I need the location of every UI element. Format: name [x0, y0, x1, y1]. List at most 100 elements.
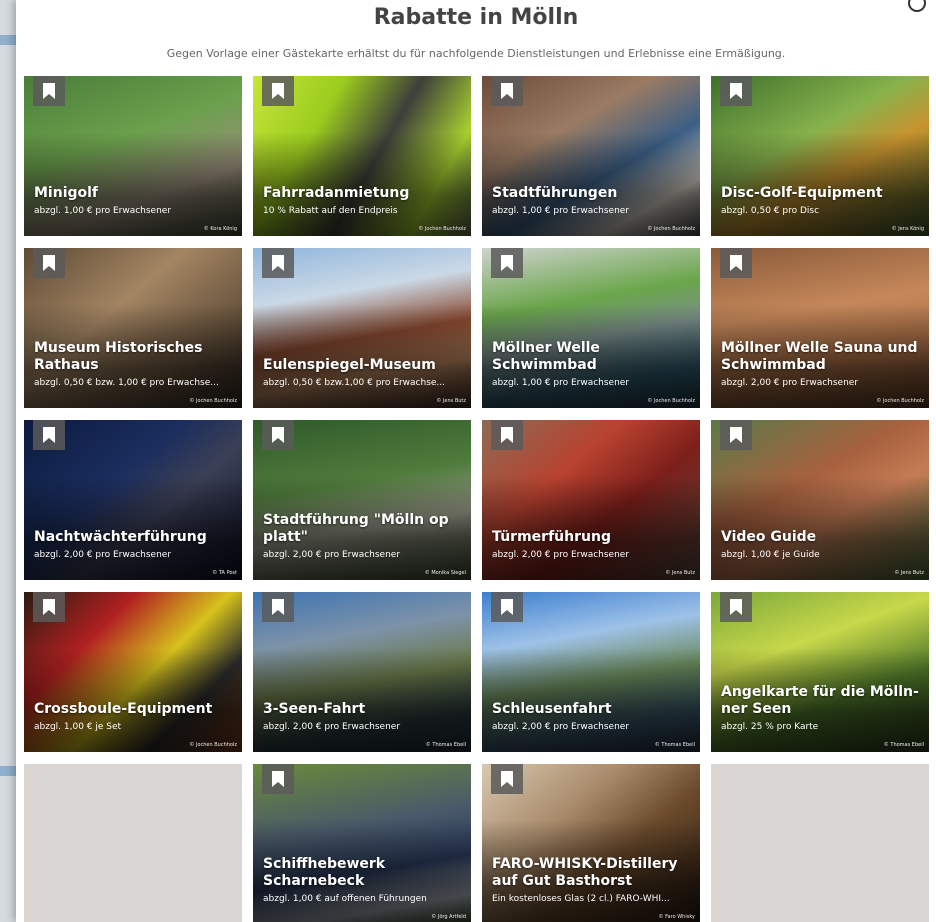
card-title: Türmerführung — [492, 529, 611, 545]
bookmark-icon[interactable] — [33, 592, 65, 622]
discount-card[interactable]: Schleusenfahrt abzgl. 2,00 € pro Erwachse… — [482, 592, 700, 752]
card-text: Minigolf abzgl. 1,00 € pro Erwachsener — [34, 185, 232, 216]
card-discount: abzgl. 2,00 € pro Erwachsener — [492, 722, 630, 732]
bookmark-icon[interactable] — [262, 420, 294, 450]
backdrop-accent — [0, 35, 16, 45]
card-text: FARO-WHISKY-Distillery auf Gut Basthorst… — [492, 856, 690, 904]
modal-subtitle: Gegen Vorlage einer Gästekarte erhältst … — [166, 47, 786, 60]
bookmark-icon[interactable] — [491, 420, 523, 450]
discount-card[interactable]: Video Guide abzgl. 1,00 € je Guide © Jens … — [711, 420, 929, 580]
photo-credit: © Jochen Buchholz — [647, 226, 695, 232]
card-title: Schleusenfahrt — [492, 701, 612, 717]
photo-credit: © Thomas Ebell — [654, 742, 695, 748]
card-text: Disc-Golf-Equipment abzgl. 0,50 € pro Dis… — [721, 185, 919, 216]
photo-credit: © TA Post — [212, 570, 237, 576]
card-title: Minigolf — [34, 185, 99, 201]
card-title: Eulenspiegel-Museum — [263, 357, 436, 373]
bookmark-icon[interactable] — [33, 248, 65, 278]
card-discount: Ein kostenloses Glas (2 cl.) FARO-WHI... — [492, 894, 670, 904]
card-title: Crossboule-Equipment — [34, 701, 213, 717]
bookmark-icon[interactable] — [491, 248, 523, 278]
discount-card[interactable]: FARO-WHISKY-Distillery auf Gut Basthorst… — [482, 764, 700, 922]
bookmark-icon[interactable] — [491, 764, 523, 794]
bookmark-icon[interactable] — [720, 76, 752, 106]
bookmark-icon[interactable] — [33, 76, 65, 106]
discount-card[interactable]: 3-Seen-Fahrt abzgl. 2,00 € pro Erwachsene… — [253, 592, 471, 752]
card-title: Video Guide — [721, 529, 817, 545]
photo-credit: © Jörg Artfeld — [431, 914, 466, 920]
photo-credit: © Thomas Ebell — [425, 742, 466, 748]
card-title: FARO-WHISKY-Distillery auf Gut Basthorst — [492, 856, 678, 889]
card-title: Fahrradanmietung — [263, 185, 410, 201]
card-discount: abzgl. 0,50 € bzw.1,00 € pro Erwachse... — [263, 378, 445, 388]
discount-card[interactable]: Eulenspiegel-Museum abzgl. 0,50 € bzw.1,0… — [253, 248, 471, 408]
photo-credit: © Jens Butz — [665, 570, 695, 576]
discount-card[interactable]: Möllner Welle Sauna und Schwimmbad abzgl.… — [711, 248, 929, 408]
card-text: 3-Seen-Fahrt abzgl. 2,00 € pro Erwachsene… — [263, 701, 461, 732]
card-discount: 10 % Rabatt auf den Endpreis — [263, 206, 398, 216]
photo-credit: © Jochen Buchholz — [189, 742, 237, 748]
discount-card[interactable]: Türmerführung abzgl. 2,00 € pro Erwachsen… — [482, 420, 700, 580]
card-title: 3-Seen-Fahrt — [263, 701, 366, 717]
card-text: Schiffhebewerk Scharnebeck abzgl. 1,00 € … — [263, 856, 461, 904]
bookmark-icon[interactable] — [262, 76, 294, 106]
bookmark-icon[interactable] — [33, 420, 65, 450]
photo-credit: © Jens König — [891, 226, 924, 232]
card-discount: abzgl. 2,00 € pro Erwachsener — [263, 550, 401, 560]
discount-card[interactable]: Disc-Golf-Equipment abzgl. 0,50 € pro Dis… — [711, 76, 929, 236]
bookmark-icon[interactable] — [262, 592, 294, 622]
modal-title: Rabatte in Mölln — [373, 5, 579, 30]
discount-card[interactable]: Stadtführungen abzgl. 1,00 € pro Erwachse… — [482, 76, 700, 236]
page-backdrop — [0, 0, 16, 922]
card-title: Angelkarte für die Mölln-ner Seen — [721, 684, 919, 717]
card-text: Video Guide abzgl. 1,00 € je Guide — [721, 529, 919, 560]
card-text: Eulenspiegel-Museum abzgl. 0,50 € bzw.1,0… — [263, 357, 461, 388]
bookmark-icon[interactable] — [262, 248, 294, 278]
bookmark-icon[interactable] — [262, 764, 294, 794]
card-discount: abzgl. 0,50 € pro Disc — [721, 206, 820, 216]
photo-credit: © Jens Butz — [894, 570, 924, 576]
bookmark-icon[interactable] — [491, 76, 523, 106]
photo-credit: © Monika Siegel — [424, 570, 466, 576]
bookmark-icon[interactable] — [720, 248, 752, 278]
discount-card[interactable]: Angelkarte für die Mölln-ner Seen abzgl. … — [711, 592, 929, 752]
photo-credit: © Kora König — [203, 226, 237, 232]
card-discount: abzgl. 2,00 € pro Erwachsener — [492, 550, 630, 560]
discount-card[interactable]: Schiffhebewerk Scharnebeck abzgl. 1,00 € … — [253, 764, 471, 922]
card-text: Nachtwächterführung abzgl. 2,00 € pro Erw… — [34, 529, 232, 560]
bookmark-icon[interactable] — [720, 420, 752, 450]
discount-card[interactable]: Nachtwächterführung abzgl. 2,00 € pro Erw… — [24, 420, 242, 580]
card-title: Möllner Welle Sauna und Schwimmbad — [721, 340, 918, 373]
photo-credit: © Jens Butz — [436, 398, 466, 404]
card-discount: abzgl. 1,00 € je Set — [34, 722, 122, 732]
card-discount: abzgl. 1,00 € pro Erwachsener — [34, 206, 172, 216]
discount-card[interactable]: Minigolf abzgl. 1,00 € pro Erwachsener © K… — [24, 76, 242, 236]
card-text: Stadtführung "Mölln op platt" abzgl. 2,00… — [263, 512, 461, 560]
photo-credit: © Jochen Buchholz — [418, 226, 466, 232]
card-discount: abzgl. 2,00 € pro Erwachsener — [34, 550, 172, 560]
card-title: Disc-Golf-Equipment — [721, 185, 883, 201]
card-discount: abzgl. 1,00 € pro Erwachsener — [492, 206, 630, 216]
discount-card[interactable]: Crossboule-Equipment abzgl. 1,00 € je Set… — [24, 592, 242, 752]
card-text: Fahrradanmietung 10 % Rabatt auf den Endp… — [263, 185, 461, 216]
card-discount: abzgl. 1,00 € auf offenen Führungen — [263, 894, 427, 904]
empty-grid-cell — [711, 764, 929, 922]
card-text: Crossboule-Equipment abzgl. 1,00 € je Set — [34, 701, 232, 732]
bookmark-icon[interactable] — [491, 592, 523, 622]
card-text: Museum Historisches Rathaus abzgl. 0,50 €… — [34, 340, 232, 388]
card-title: Möllner Welle Schwimmbad — [492, 340, 600, 373]
discount-card[interactable]: Museum Historisches Rathaus abzgl. 0,50 €… — [24, 248, 242, 408]
card-text: Möllner Welle Schwimmbad abzgl. 1,00 € pr… — [492, 340, 690, 388]
discount-card[interactable]: Stadtführung "Mölln op platt" abzgl. 2,00… — [253, 420, 471, 580]
photo-credit: © Jochen Buchholz — [189, 398, 237, 404]
card-discount: abzgl. 1,00 € je Guide — [721, 550, 820, 560]
card-discount: abzgl. 2,00 € pro Erwachsener — [721, 378, 859, 388]
backdrop-accent — [0, 766, 16, 776]
card-title: Stadtführung "Mölln op platt" — [263, 512, 449, 545]
card-text: Angelkarte für die Mölln-ner Seen abzgl. … — [721, 684, 919, 732]
discounts-modal: Rabatte in Mölln Gegen Vorlage einer Gäs… — [16, 0, 936, 922]
card-text: Möllner Welle Sauna und Schwimmbad abzgl.… — [721, 340, 919, 388]
bookmark-icon[interactable] — [720, 592, 752, 622]
discount-card[interactable]: Fahrradanmietung 10 % Rabatt auf den Endp… — [253, 76, 471, 236]
discount-card[interactable]: Möllner Welle Schwimmbad abzgl. 1,00 € pr… — [482, 248, 700, 408]
